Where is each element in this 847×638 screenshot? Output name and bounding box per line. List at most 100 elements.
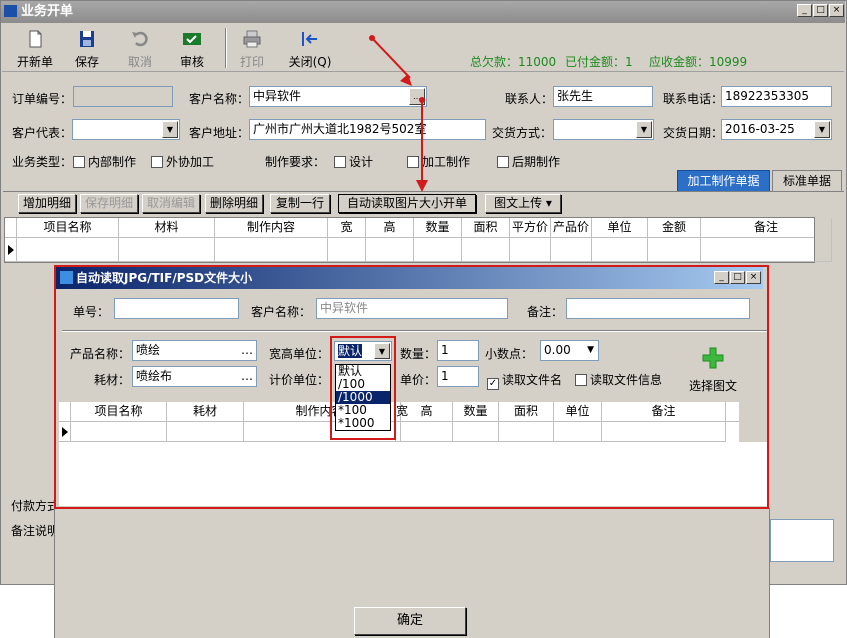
column-header[interactable]: 面积 (462, 218, 510, 238)
table-cell[interactable] (510, 238, 551, 262)
table-cell[interactable] (602, 422, 726, 442)
delivery-select[interactable]: ▼ (553, 119, 654, 140)
dialog-remark-field[interactable] (566, 298, 750, 319)
cancel-edit-button[interactable]: 取消编辑 (142, 194, 200, 213)
table-cell[interactable] (119, 238, 215, 262)
column-header[interactable]: 高 (401, 402, 453, 422)
column-header[interactable]: 宽 (328, 218, 366, 238)
column-header[interactable]: 产品价 (551, 218, 592, 238)
qty-field[interactable]: 1 (437, 340, 479, 361)
column-header[interactable]: 备注 (602, 402, 726, 422)
tab-process-order[interactable]: 加工制作单据 (677, 170, 770, 192)
close-button[interactable]: 关闭(Q) (282, 26, 338, 70)
contact-field[interactable]: 张先生 (553, 86, 653, 107)
paid-amount: 已付金额：1 (565, 55, 633, 69)
column-header[interactable]: 单位 (592, 218, 648, 238)
table-cell[interactable] (554, 422, 602, 442)
print-button[interactable]: 打印 (227, 26, 277, 70)
post-checkbox[interactable]: 后期制作 (497, 153, 560, 170)
address-label: 客户地址： (189, 126, 250, 140)
audit-button[interactable]: 审核 (167, 26, 217, 70)
read-filename-checkbox[interactable]: ✓ 读取文件名 (487, 371, 562, 390)
table-cell[interactable] (215, 238, 328, 262)
column-header[interactable]: 项目名称 (17, 218, 119, 238)
column-header[interactable]: 金额 (648, 218, 701, 238)
decimal-select[interactable]: 0.00 ▼ (540, 340, 599, 361)
table-cell[interactable] (328, 238, 366, 262)
add-detail-button[interactable]: 增加明细 (18, 194, 76, 213)
save-detail-button[interactable]: 保存明细 (80, 194, 138, 213)
dialog-separator (62, 330, 767, 332)
table-cell[interactable] (453, 422, 499, 442)
minimize-icon[interactable]: _ (714, 271, 729, 284)
cancel-button[interactable]: 取消 (115, 26, 165, 70)
maximize-icon[interactable]: □ (813, 4, 828, 17)
chevron-down-icon[interactable]: ▼ (587, 341, 594, 360)
date-picker[interactable]: 2016-03-25 ▼ (721, 119, 832, 140)
table-cell[interactable] (701, 238, 832, 262)
copy-row-button[interactable]: 复制一行 (270, 194, 330, 213)
rep-select[interactable]: ▼ (72, 119, 180, 140)
column-header[interactable]: 面积 (499, 402, 554, 422)
exit-arrow-icon (302, 32, 317, 46)
table-cell[interactable] (648, 238, 701, 262)
read-fileinfo-checkbox[interactable]: 读取文件信息 (575, 371, 662, 388)
remark-label: 备注说明 (11, 524, 60, 538)
save-button[interactable]: 保存 (62, 26, 112, 70)
phone-label: 联系电话： (663, 92, 724, 106)
internal-checkbox[interactable]: 内部制作 (73, 153, 136, 170)
order-no-field[interactable] (73, 86, 173, 107)
new-order-button[interactable]: 开新单 (10, 26, 60, 70)
close-window-icon[interactable]: × (829, 4, 844, 17)
qty-label: 数量： (400, 347, 437, 361)
column-header[interactable]: 平方价 (510, 218, 551, 238)
outsource-checkbox[interactable]: 外协加工 (151, 153, 214, 170)
table-cell[interactable] (414, 238, 462, 262)
table-cell[interactable] (71, 422, 167, 442)
browse-ellipsis-icon[interactable]: … (241, 341, 253, 360)
req-label: 制作要求： (265, 155, 326, 169)
table-cell[interactable] (401, 422, 453, 442)
chevron-down-icon[interactable]: ▼ (814, 121, 830, 138)
print-label: 打印 (239, 55, 264, 69)
table-cell[interactable] (366, 238, 414, 262)
tab-standard-order[interactable]: 标准单据 (772, 170, 842, 192)
select-image-button[interactable]: 选择图文 (686, 346, 740, 396)
maximize-icon[interactable]: □ (730, 271, 745, 284)
column-header[interactable]: 项目名称 (71, 402, 167, 422)
table-cell[interactable] (551, 238, 592, 262)
table-cell[interactable] (17, 238, 119, 262)
dialog-no-field[interactable] (114, 298, 239, 319)
delete-detail-button[interactable]: 删除明细 (205, 194, 263, 213)
order-no-label: 订单编号： (12, 92, 73, 106)
table-cell[interactable] (462, 238, 510, 262)
cancel-label: 取消 (127, 55, 152, 69)
chevron-down-icon[interactable]: ▼ (162, 121, 178, 138)
phone-field[interactable]: 18922353305 (721, 86, 832, 107)
column-header[interactable]: 制作内容 (215, 218, 328, 238)
dialog-grid[interactable]: 项目名称 耗材 制作内容宽高数量 面积 单位 备注 (59, 402, 739, 442)
detail-grid[interactable]: 项目名称 材料 制作内容宽高数量 面积 平方价 产品价 单位 金额 备注 (4, 217, 832, 263)
column-header[interactable]: 备注 (701, 218, 832, 238)
product-field[interactable]: 喷绘… (132, 340, 257, 361)
confirm-button[interactable]: 确定 (354, 607, 466, 635)
upload-button[interactable]: 图文上传 ▾ (485, 194, 561, 213)
column-header[interactable]: 材料 (119, 218, 215, 238)
table-cell[interactable] (167, 422, 244, 442)
browse-ellipsis-icon[interactable]: … (241, 367, 253, 386)
table-cell[interactable] (592, 238, 648, 262)
dialog-customer-field[interactable]: 中异软件 (316, 298, 508, 319)
column-header[interactable]: 单位 (554, 402, 602, 422)
audit-label: 审核 (179, 55, 204, 69)
column-header[interactable]: 数量 (414, 218, 462, 238)
table-cell[interactable] (499, 422, 554, 442)
column-header[interactable]: 数量 (453, 402, 499, 422)
chevron-down-icon[interactable]: ▼ (636, 121, 652, 138)
column-header[interactable]: 高 (366, 218, 414, 238)
column-header[interactable]: 耗材 (167, 402, 244, 422)
remark-field[interactable] (770, 519, 834, 562)
minimize-icon[interactable]: _ (797, 4, 812, 17)
material-field[interactable]: 喷绘布… (132, 366, 257, 387)
unit-price-field[interactable]: 1 (437, 366, 479, 387)
close-window-icon[interactable]: × (746, 271, 761, 284)
